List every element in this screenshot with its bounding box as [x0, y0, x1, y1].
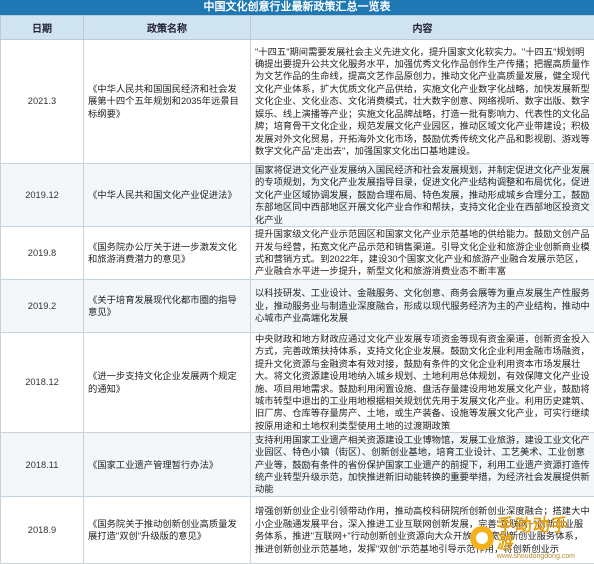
- row-policy-name: 《国务院关于推动创新创业高质量发展打造"双创"升级版的意见》: [84, 497, 251, 564]
- row-date: 2019.12: [1, 164, 84, 227]
- row-date: 2018.11: [1, 433, 84, 497]
- row-policy-name: 《国务院办公厅关于进一步激发文化和旅游消费潜力的意见》: [84, 227, 251, 280]
- table-row: 2019.12 《中华人民共和国文化产业促进法》 国家将促进文化产业发展纳入国民…: [1, 164, 594, 227]
- row-date: 2019.8: [1, 227, 84, 280]
- table-row: 2021.3 《中华人民共和国国民经济和社会发展第十四个五年规划和2035年远景…: [1, 40, 594, 164]
- row-date: 2018.12: [1, 333, 84, 433]
- table-row: 2018.11 《国家工业遗产管理暂行办法》 支持利用国家工业遗产相关资源建设工…: [1, 433, 594, 497]
- header-name: 政策名称: [84, 16, 251, 40]
- policy-table: 日期 政策名称 内容 2021.3 《中华人民共和国国民经济和社会发展第十四个五…: [0, 15, 594, 564]
- row-policy-name: 《关于培育发展现代化都市圈的指导意见》: [84, 280, 251, 333]
- watermark-text: 手动动手游: [497, 517, 586, 551]
- row-policy-name: 《中华人民共和国国民经济和社会发展第十四个五年规划和2035年远景目标纲要》: [84, 40, 251, 164]
- row-date: 2019.2: [1, 280, 84, 333]
- watermark-logo-icon: [470, 526, 494, 550]
- site-watermark: 手动动手游 www.shoudongdong.com: [470, 523, 586, 553]
- table-title: 中国文化创意行业最新政策汇总一览表: [0, 0, 594, 15]
- watermark-url: www.shoudongdong.com: [497, 553, 586, 560]
- row-policy-name: 《进一步支持文化企业发展两个规定的通知》: [84, 333, 251, 433]
- row-policy-name: 《中华人民共和国文化产业促进法》: [84, 164, 251, 227]
- row-content: 提升国家级文化产业示范园区和国家文化产业示范基地的供给能力。鼓励文创产品开发与经…: [251, 227, 594, 280]
- row-date: 2021.3: [1, 40, 84, 164]
- table-row: 2019.2 《关于培育发展现代化都市圈的指导意见》 以科技研发、工业设计、金融…: [1, 280, 594, 333]
- row-content: "十四五"期间需要发展社会主义先进文化，提升国家文化软实力。"十四五"规划明确提…: [251, 40, 594, 164]
- row-content: 支持利用国家工业遗产相关资源建设工业博物馆，发展工业旅游，建设工业文化产业园区、…: [251, 433, 594, 497]
- table-row: 2019.8 《国务院办公厅关于进一步激发文化和旅游消费潜力的意见》 提升国家级…: [1, 227, 594, 280]
- header-date: 日期: [1, 16, 84, 40]
- header-row: 日期 政策名称 内容: [1, 16, 594, 40]
- row-content: 国家将促进文化产业发展纳入国民经济和社会发展规划，并制定促进文化产业发展的专项规…: [251, 164, 594, 227]
- table-row: 2018.12 《进一步支持文化企业发展两个规定的通知》 中央财政和地方财政应通…: [1, 333, 594, 433]
- row-content: 以科技研发、工业设计、金融服务、文化创意、商务会展等为重点发展生产性服务业，推动…: [251, 280, 594, 333]
- row-content: 中央财政和地方财政应通过文化产业发展专项资金等现有资金渠道，创新资金投入方式，完…: [251, 333, 594, 433]
- row-date: 2018.9: [1, 497, 84, 564]
- header-content: 内容: [251, 16, 594, 40]
- row-policy-name: 《国家工业遗产管理暂行办法》: [84, 433, 251, 497]
